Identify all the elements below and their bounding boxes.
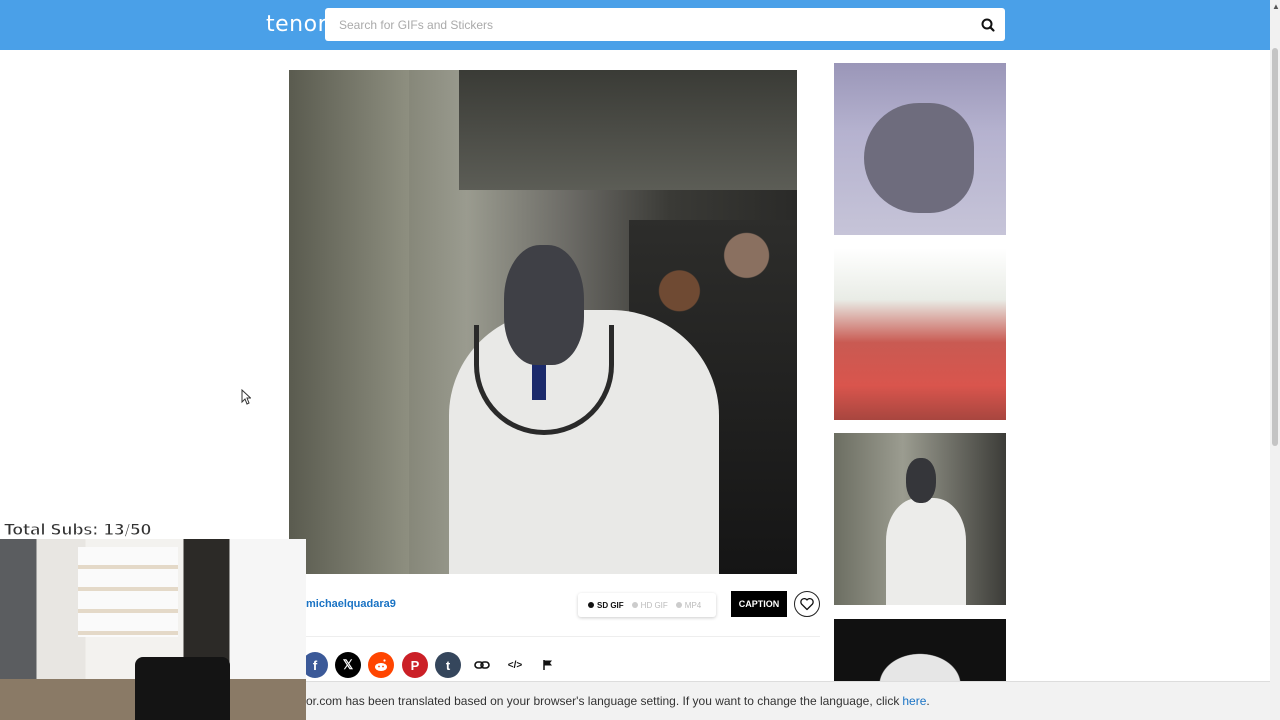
gif-ceiling — [459, 70, 797, 190]
banner-text: or.com has been translated based on your… — [306, 694, 900, 708]
embed-button[interactable]: </> — [502, 652, 528, 678]
copy-link-button[interactable] — [469, 652, 495, 678]
heart-icon — [800, 597, 814, 611]
banner-period: . — [926, 694, 930, 708]
related-gif-thumbnail[interactable] — [834, 248, 1006, 420]
favorite-button[interactable] — [794, 591, 820, 617]
embed-icon: </> — [507, 659, 523, 671]
share-reddit-button[interactable] — [368, 652, 394, 678]
related-gif-pigeon — [864, 103, 974, 213]
webcam-overlay — [0, 539, 306, 720]
format-hd-gif[interactable]: HD GIF — [631, 600, 668, 610]
report-button[interactable] — [535, 652, 561, 678]
radio-dot-icon — [588, 602, 594, 608]
search-button[interactable] — [979, 16, 997, 34]
share-pinterest-button[interactable]: P — [402, 652, 428, 678]
webcam-shelves — [78, 547, 178, 637]
format-sd-gif[interactable]: SD GIF — [588, 601, 624, 610]
search-icon — [981, 18, 995, 32]
format-label: MP4 — [684, 600, 702, 610]
format-mp4[interactable]: MP4 — [675, 600, 702, 610]
link-icon — [474, 661, 490, 669]
facebook-icon: f — [312, 657, 318, 673]
radio-dot-icon — [675, 602, 682, 608]
gif-pigeon-head — [504, 245, 584, 365]
share-x-button[interactable]: 𝕏 — [335, 652, 361, 678]
share-tumblr-button[interactable]: t — [435, 652, 461, 678]
search-box — [325, 8, 1005, 41]
webcam-chair — [135, 657, 230, 720]
scrollbar-thumb[interactable] — [1272, 48, 1278, 446]
format-selector: SD GIF HD GIF MP4 — [578, 593, 716, 617]
related-gif-thumbnail[interactable] — [834, 63, 1006, 235]
related-gif-pigeon-head — [906, 458, 936, 503]
section-divider — [306, 636, 820, 637]
author-link[interactable]: michaelquadara9 — [306, 598, 396, 610]
flag-icon — [543, 660, 552, 670]
caption-button[interactable]: CAPTION — [731, 591, 787, 617]
related-gif-lab-coat — [886, 498, 966, 605]
radio-dot-icon — [631, 602, 638, 608]
search-input[interactable] — [325, 8, 965, 41]
scroll-up-icon[interactable]: ▲ — [1272, 2, 1280, 11]
mouse-cursor-icon — [241, 389, 251, 405]
x-icon: 𝕏 — [342, 657, 354, 672]
format-label: HD GIF — [640, 600, 668, 610]
pinterest-icon: P — [410, 657, 420, 673]
format-label: SD GIF — [597, 600, 624, 610]
related-gif-thumbnail[interactable] — [834, 619, 1006, 685]
header-bar: tenor — [0, 0, 1270, 50]
main-gif-image[interactable] — [289, 70, 797, 574]
related-gif-thumbnail[interactable] — [834, 433, 1006, 605]
tenor-logo[interactable]: tenor — [266, 12, 327, 37]
tumblr-icon: t — [445, 657, 451, 673]
subscriber-counter: Total Subs: 13/50 — [3, 520, 152, 540]
translation-banner: or.com has been translated based on your… — [306, 681, 1270, 720]
reddit-icon — [375, 659, 387, 671]
change-language-link[interactable]: here — [902, 694, 926, 708]
gif-wall — [289, 70, 409, 574]
